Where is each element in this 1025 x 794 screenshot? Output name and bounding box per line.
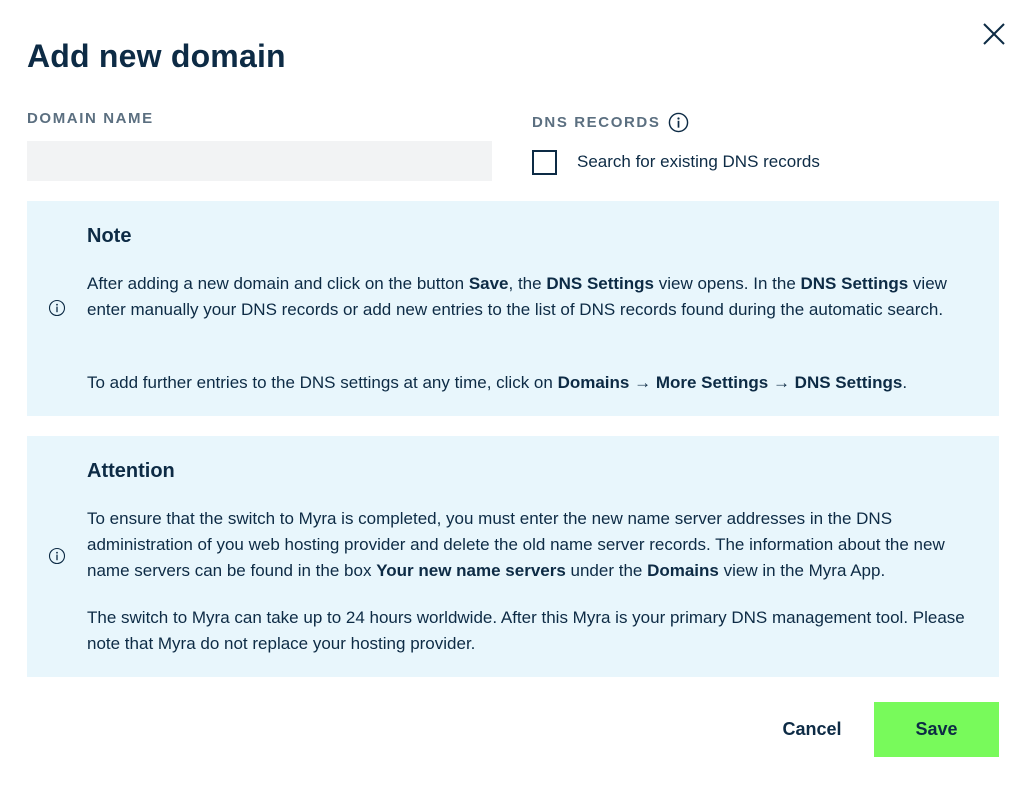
text-segment: view in the Myra App. <box>718 561 886 580</box>
text-segment: under the <box>565 561 648 580</box>
save-button[interactable]: Save <box>874 702 999 757</box>
attention-paragraph-2: The switch to Myra can take up to 24 hou… <box>87 605 977 657</box>
dns-records-label: DNS RECORDS <box>532 114 661 131</box>
text-segment: → <box>768 373 795 392</box>
domain-name-input[interactable] <box>27 141 492 181</box>
text-segment: , the <box>508 274 547 293</box>
emphasis-text: More Settings <box>655 373 769 392</box>
text-segment: The switch to Myra can take up to 24 hou… <box>87 608 965 653</box>
note-paragraph-1: After adding a new domain and click on t… <box>87 271 977 323</box>
emphasis-text: Domains <box>647 561 719 580</box>
dialog-title: Add new domain <box>27 38 286 74</box>
info-icon <box>48 547 66 565</box>
text-segment: view opens. In the <box>654 274 801 293</box>
emphasis-text: DNS Settings <box>794 373 903 392</box>
attention-paragraph-1: To ensure that the switch to Myra is com… <box>87 506 977 584</box>
text-segment: After adding a new domain and click on t… <box>87 274 469 293</box>
dns-search-checkbox[interactable] <box>532 150 557 175</box>
text-segment: → <box>629 373 656 392</box>
attention-title: Attention <box>87 460 175 482</box>
note-title: Note <box>87 225 132 247</box>
dns-records-label-group: DNS RECORDS <box>532 112 689 133</box>
close-icon[interactable] <box>980 20 1008 48</box>
cancel-button[interactable]: Cancel <box>760 702 864 757</box>
emphasis-text: DNS Settings <box>546 274 655 293</box>
attention-panel: Attention To ensure that the switch to M… <box>27 436 999 677</box>
info-icon[interactable] <box>668 112 689 133</box>
dns-search-checkbox-label[interactable]: Search for existing DNS records <box>577 152 820 172</box>
note-panel: Note After adding a new domain and click… <box>27 201 999 416</box>
text-segment: . <box>902 373 908 392</box>
domain-name-label: DOMAIN NAME <box>27 110 154 127</box>
info-icon <box>48 299 66 317</box>
text-segment: To add further entries to the DNS settin… <box>87 373 558 392</box>
emphasis-text: Domains <box>557 373 630 392</box>
emphasis-text: Save <box>468 274 509 293</box>
emphasis-text: Your new name servers <box>376 561 566 580</box>
emphasis-text: DNS Settings <box>800 274 909 293</box>
note-paragraph-2: To add further entries to the DNS settin… <box>87 370 977 396</box>
